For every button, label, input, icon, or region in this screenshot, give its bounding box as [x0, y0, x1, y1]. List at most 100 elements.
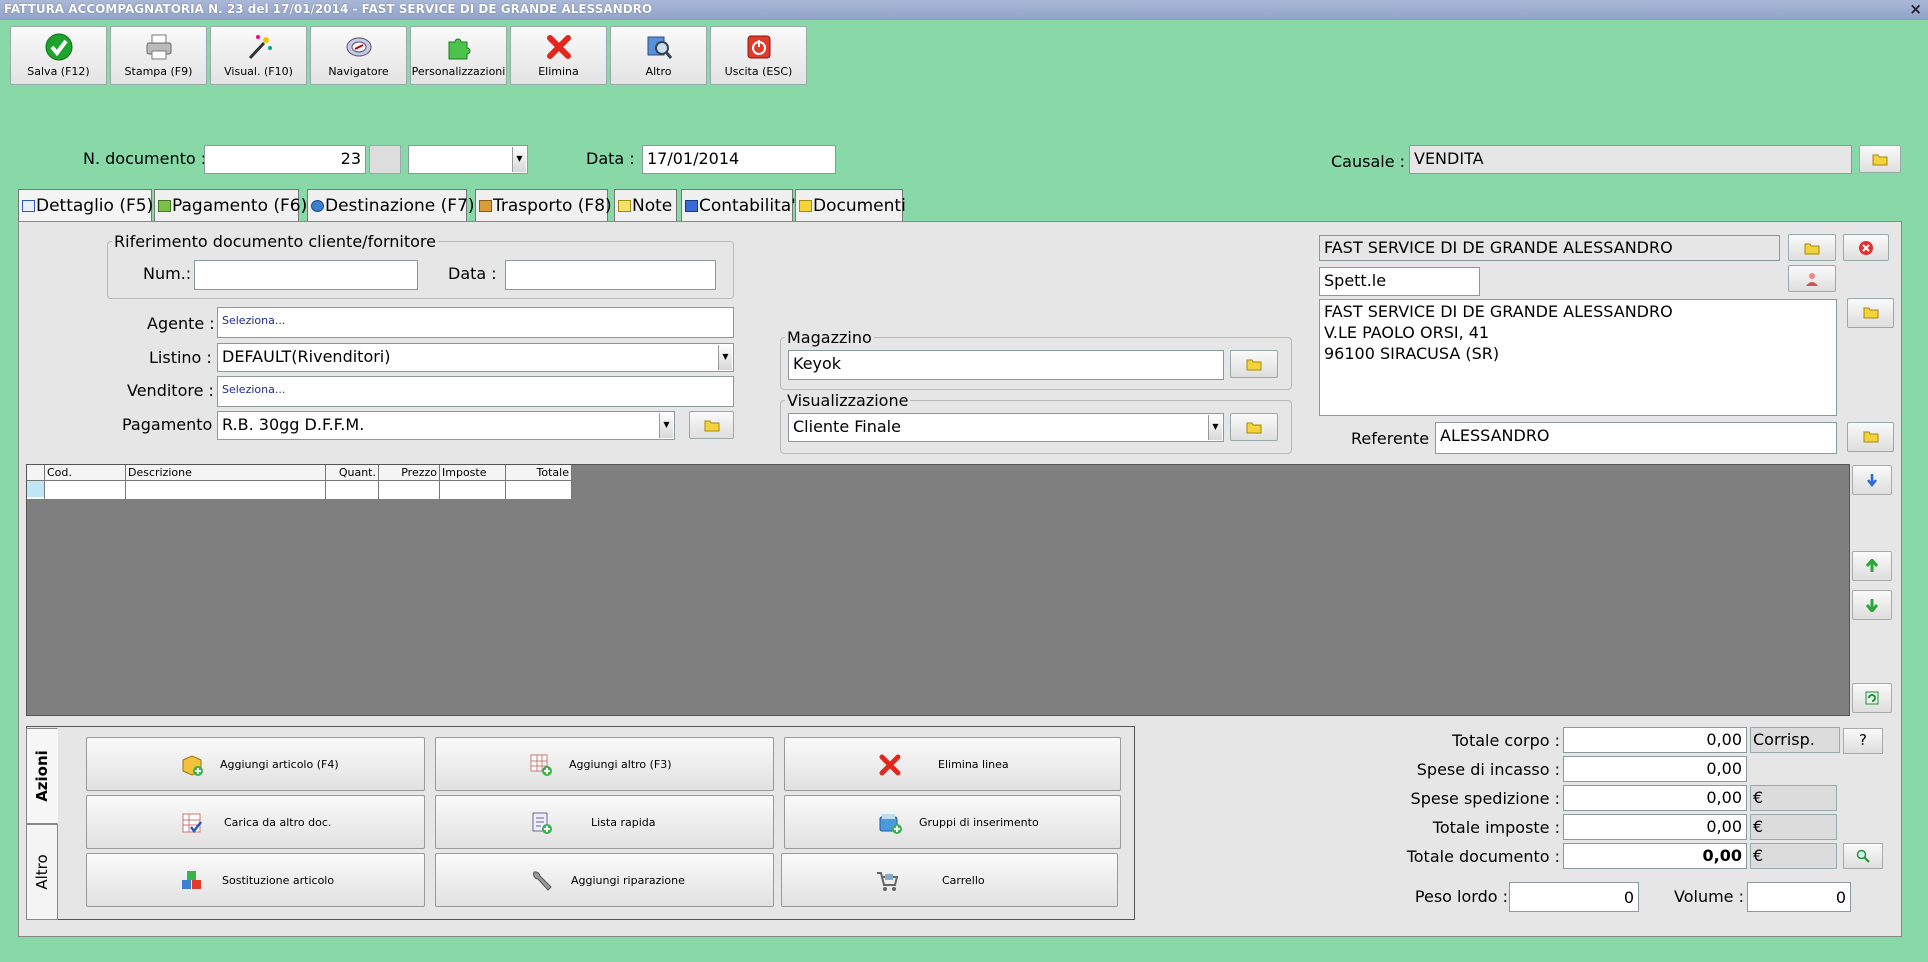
salutation-field[interactable]: Spett.le	[1319, 267, 1480, 296]
address-browse-button[interactable]	[1847, 298, 1894, 328]
zoom-icon	[1856, 849, 1870, 863]
wrench-icon	[533, 871, 552, 891]
move-down-button[interactable]	[1852, 590, 1892, 620]
address-line-3: 96100 SIRACUSA (SR)	[1324, 344, 1500, 363]
print-label: Stampa (F9)	[124, 65, 193, 78]
corrisp-field[interactable]: Corrisp.	[1750, 727, 1840, 753]
pagamento-browse-button[interactable]	[689, 411, 734, 439]
cliente-address-box[interactable]: FAST SERVICE DI DE GRANDE ALESSANDRO V.L…	[1319, 299, 1837, 416]
print-button[interactable]: Stampa (F9)	[110, 26, 207, 85]
tab-azioni[interactable]: Azioni	[26, 728, 58, 824]
chevron-down-icon[interactable]: ▼	[659, 413, 673, 438]
grid-col-descrizione: Descrizione	[126, 465, 326, 499]
peso-field[interactable]: 0	[1509, 882, 1639, 912]
date-field[interactable]: 17/01/2014	[642, 145, 836, 174]
contact-button[interactable]	[1788, 265, 1836, 292]
spese-spedizione-field[interactable]: 0,00	[1563, 785, 1747, 811]
navigator-button[interactable]: Navigatore	[310, 26, 407, 85]
magazzino-browse-button[interactable]	[1230, 350, 1278, 378]
totale-documento-field[interactable]: 0,00	[1563, 843, 1747, 869]
quick-list-button[interactable]: Lista rapida	[435, 795, 774, 849]
venditore-label: Venditore :	[127, 381, 214, 400]
spese-incasso-field[interactable]: 0,00	[1563, 756, 1747, 782]
insert-group-label: Gruppi di inserimento	[919, 816, 1039, 829]
tab-contabilita[interactable]: Contabilita'	[681, 189, 796, 222]
totale-documento-zoom-button[interactable]	[1843, 843, 1883, 869]
referente-browse-button[interactable]	[1847, 422, 1894, 452]
delete-button[interactable]: Elimina	[510, 26, 607, 85]
tab-altro-vertical[interactable]: Altro	[26, 824, 58, 920]
tab-dettaglio[interactable]: Dettaglio (F5)	[18, 189, 153, 225]
chevron-down-icon[interactable]: ▼	[512, 147, 526, 172]
tab-pagamento[interactable]: Pagamento (F6)	[154, 189, 307, 222]
load-document-button[interactable]: Carica da altro doc.	[86, 795, 425, 849]
preview-button[interactable]: Visual. (F10)	[210, 26, 307, 85]
tab-destinazione[interactable]: Destinazione (F7)	[307, 189, 475, 222]
totale-imposte-field[interactable]: 0,00	[1563, 814, 1747, 840]
add-repair-button[interactable]: Aggiungi riparazione	[435, 853, 774, 907]
tab-note[interactable]: Note	[614, 189, 677, 222]
help-button[interactable]: ?	[1843, 728, 1883, 754]
move-to-bottom-button[interactable]	[1852, 465, 1892, 495]
agente-selector[interactable]: Seleziona...	[217, 307, 734, 338]
magazzino-field[interactable]: Keyok	[788, 350, 1224, 380]
chevron-down-icon[interactable]: ▼	[718, 345, 732, 370]
causale-field[interactable]: VENDITA	[1409, 145, 1852, 174]
add-article-icon	[182, 755, 203, 776]
exit-button[interactable]: Uscita (ESC)	[710, 26, 807, 85]
ref-num-field[interactable]	[194, 260, 418, 290]
visualizzazione-browse-button[interactable]	[1230, 413, 1278, 441]
tab-documenti-label: Documenti	[813, 196, 906, 216]
address-line-1: FAST SERVICE DI DE GRANDE ALESSANDRO	[1324, 302, 1673, 321]
tab-documenti[interactable]: Documenti	[795, 189, 906, 222]
insert-group-button[interactable]: Gruppi di inserimento	[784, 795, 1121, 849]
venditore-selector[interactable]: Seleziona...	[217, 376, 734, 407]
referente-field[interactable]: ALESSANDRO	[1435, 422, 1837, 454]
grid-col-quant: Quant.	[326, 465, 379, 499]
add-article-label: Aggiungi articolo (F4)	[220, 758, 339, 771]
folder-icon	[1863, 431, 1878, 443]
delete-label: Elimina	[538, 65, 579, 78]
cart-button[interactable]: Carrello	[781, 853, 1118, 907]
save-button[interactable]: Salva (F12)	[10, 26, 107, 85]
move-up-button[interactable]	[1852, 551, 1892, 581]
delete-line-button[interactable]: Elimina linea	[784, 737, 1121, 791]
chevron-down-icon[interactable]: ▼	[1208, 415, 1222, 440]
tab-altro-label: Altro	[33, 854, 51, 890]
folder-icon	[1804, 243, 1820, 255]
tab-contabilita-label: Contabilita'	[699, 196, 796, 216]
customizations-button[interactable]: Personalizzazioni	[410, 26, 507, 85]
doc-number-extra-button[interactable]	[369, 145, 401, 174]
add-other-icon	[530, 754, 552, 776]
doc-number-field[interactable]: 23	[204, 145, 366, 174]
close-window-button[interactable]: ×	[1909, 0, 1922, 18]
replace-article-button[interactable]: Sostituzione articolo	[86, 853, 425, 907]
load-document-icon	[182, 813, 202, 834]
lines-grid[interactable]: Cod. Descrizione Quant. Prezzo Imposte T…	[26, 464, 1850, 716]
cliente-name-field[interactable]: FAST SERVICE DI DE GRANDE ALESSANDRO	[1319, 235, 1780, 261]
causale-browse-button[interactable]	[1859, 145, 1901, 173]
other-button[interactable]: Altro	[610, 26, 707, 85]
visualizzazione-value: Cliente Finale	[793, 417, 901, 436]
add-other-button[interactable]: Aggiungi altro (F3)	[435, 737, 774, 791]
spese-spedizione-label: Spese spedizione :	[1410, 789, 1560, 808]
note-icon	[618, 200, 631, 212]
tab-trasporto[interactable]: Trasporto (F8)	[475, 189, 612, 222]
navigator-label: Navigatore	[328, 65, 389, 78]
add-article-button[interactable]: Aggiungi articolo (F4)	[86, 737, 425, 791]
window-icon	[22, 200, 35, 212]
doc-series-combo[interactable]: ▼	[408, 145, 528, 174]
volume-field[interactable]: 0	[1747, 882, 1851, 912]
totale-corpo-field[interactable]: 0,00	[1563, 727, 1747, 753]
ref-date-field[interactable]	[505, 260, 716, 290]
cliente-clear-button[interactable]	[1843, 234, 1889, 261]
cliente-browse-button[interactable]	[1788, 234, 1836, 261]
insert-group-icon	[879, 814, 902, 834]
folder-icon	[1246, 359, 1262, 371]
close-circle-icon	[1859, 241, 1873, 255]
listino-select[interactable]: DEFAULT(Rivenditori) ▼	[217, 343, 734, 372]
pagamento-select[interactable]: R.B. 30gg D.F.F.M. ▼	[217, 411, 675, 440]
refresh-button[interactable]	[1852, 683, 1892, 713]
delete-line-label: Elimina linea	[938, 758, 1009, 771]
visualizzazione-select[interactable]: Cliente Finale ▼	[788, 413, 1224, 442]
